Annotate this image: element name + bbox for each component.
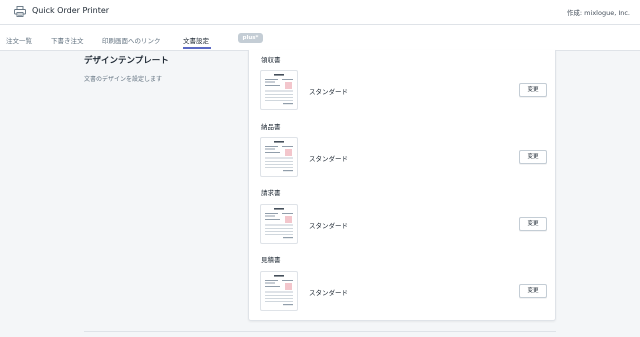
top-bar: Quick Order Printer 作成: mixlogue, Inc. [0, 0, 640, 25]
printer-icon [14, 6, 26, 17]
receipt-label: 領収書 [261, 56, 281, 64]
delivery-note-label: 納品書 [261, 123, 281, 131]
section-title: デザインテンプレート [84, 56, 169, 66]
quotation-label: 見積書 [261, 256, 281, 264]
quotation-template-name: スタンダード [309, 289, 348, 297]
section-divider [84, 331, 556, 332]
tab-orders[interactable]: 注文一覧 [6, 35, 32, 45]
section-description: 文書のデザインを設定します [84, 76, 163, 83]
receipt-template-thumbnail[interactable] [260, 70, 298, 110]
delivery-note-template-name: スタンダード [309, 155, 348, 163]
receipt-template-name: スタンダード [309, 88, 348, 96]
design-template-card: 領収書 スタンダード 変更 納品書 スタンダード 変更 請求書 スタンダード 変… [248, 50, 556, 321]
nav-bar: 注文一覧 下書き注文 印刷画面へのリンク 文書設定 plus* [0, 25, 640, 51]
quotation-change-button[interactable]: 変更 [519, 284, 547, 298]
delivery-note-template-thumbnail[interactable] [260, 137, 298, 177]
invoice-label: 請求書 [261, 189, 281, 197]
receipt-change-button[interactable]: 変更 [519, 83, 547, 97]
invoice-template-name: スタンダード [309, 222, 348, 230]
app-title: Quick Order Printer [32, 6, 110, 15]
delivery-note-change-button[interactable]: 変更 [519, 150, 547, 164]
quotation-template-thumbnail[interactable] [260, 271, 298, 311]
plus-badge: plus* [238, 33, 263, 43]
tab-document-settings[interactable]: 文書設定 [183, 35, 209, 45]
tab-print-link[interactable]: 印刷画面へのリンク [102, 35, 161, 45]
tab-draft-orders[interactable]: 下書き注文 [51, 35, 84, 45]
author-credit: 作成: mixlogue, Inc. [566, 9, 630, 17]
invoice-template-thumbnail[interactable] [260, 204, 298, 244]
invoice-change-button[interactable]: 変更 [519, 217, 547, 231]
active-tab-indicator [183, 47, 211, 49]
